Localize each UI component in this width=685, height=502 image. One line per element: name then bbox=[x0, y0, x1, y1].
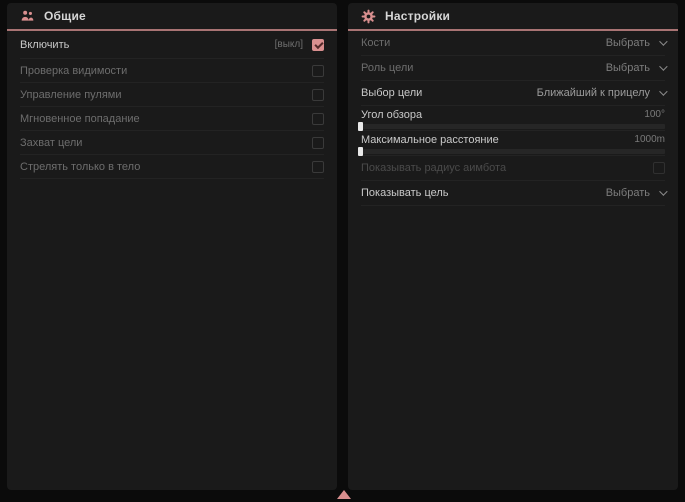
panel-title-settings: Настройки bbox=[385, 9, 450, 23]
slider-label: Максимальное расстояние bbox=[361, 134, 499, 146]
panel-settings-header: Настройки bbox=[348, 3, 678, 31]
slider-value: 1000m bbox=[634, 134, 665, 145]
dropdown-row-bones[interactable]: Кости Выбрать bbox=[361, 31, 665, 56]
panel-general-header: Общие bbox=[7, 3, 337, 31]
toggle-row-bullet-control[interactable]: Управление пулями bbox=[20, 83, 324, 107]
show-target-dropdown[interactable]: Выбрать bbox=[606, 187, 665, 199]
panel-settings: Настройки Кости Выбрать Роль цели Выбрат… bbox=[348, 3, 678, 490]
enable-checkbox[interactable] bbox=[312, 39, 324, 51]
toggle-label: Включить bbox=[20, 39, 69, 51]
chevron-down-icon bbox=[659, 37, 667, 45]
slider-row-fov: Угол обзора 100° bbox=[361, 106, 665, 131]
dropdown-label: Роль цели bbox=[361, 62, 413, 74]
toggle-row-target-lock[interactable]: Захват цели bbox=[20, 131, 324, 155]
toggle-label: Проверка видимости bbox=[20, 65, 127, 77]
body-only-checkbox[interactable] bbox=[312, 161, 324, 173]
slider-thumb[interactable] bbox=[358, 147, 363, 156]
toggle-label: Показывать радиус аимбота bbox=[361, 162, 506, 174]
dropdown-row-target-role[interactable]: Роль цели Выбрать bbox=[361, 56, 665, 81]
chevron-down-icon bbox=[659, 87, 667, 95]
bones-dropdown[interactable]: Выбрать bbox=[606, 37, 665, 49]
toggle-row-show-aimbot-radius[interactable]: Показывать радиус аимбота bbox=[361, 156, 665, 181]
panel-general: Общие Включить [выкл] Проверка видимости… bbox=[7, 3, 337, 490]
toggle-label: Управление пулями bbox=[20, 89, 122, 101]
people-icon bbox=[20, 9, 35, 23]
dropdown-value: Ближайший к прицелу bbox=[537, 87, 650, 99]
toggle-label: Мгновенное попадание bbox=[20, 113, 140, 125]
dropdown-row-show-target[interactable]: Показывать цель Выбрать bbox=[361, 181, 665, 206]
dropdown-label: Выбор цели bbox=[361, 87, 422, 99]
toggle-label: Захват цели bbox=[20, 137, 82, 149]
dropdown-value: Выбрать bbox=[606, 62, 650, 74]
slider-value: 100° bbox=[644, 109, 665, 120]
slider-label: Угол обзора bbox=[361, 109, 422, 121]
target-selection-dropdown[interactable]: Ближайший к прицелу bbox=[537, 87, 665, 99]
chevron-down-icon bbox=[659, 187, 667, 195]
chevron-down-icon bbox=[659, 62, 667, 70]
dropdown-label: Показывать цель bbox=[361, 187, 449, 199]
target-role-dropdown[interactable]: Выбрать bbox=[606, 62, 665, 74]
dropdown-value: Выбрать bbox=[606, 187, 650, 199]
toggle-row-body-only[interactable]: Стрелять только в тело bbox=[20, 155, 324, 179]
dropdown-value: Выбрать bbox=[606, 37, 650, 49]
gear-icon bbox=[361, 9, 376, 24]
panel-title-general: Общие bbox=[44, 9, 86, 23]
toggle-row-instant-hit[interactable]: Мгновенное попадание bbox=[20, 107, 324, 131]
show-aimbot-radius-checkbox[interactable] bbox=[653, 162, 665, 174]
dropdown-label: Кости bbox=[361, 37, 390, 49]
toggle-row-visibility-check[interactable]: Проверка видимости bbox=[20, 59, 324, 83]
instant-hit-checkbox[interactable] bbox=[312, 113, 324, 125]
state-tag: [выкл] bbox=[275, 39, 303, 50]
toggle-row-enable[interactable]: Включить [выкл] bbox=[20, 31, 324, 59]
slider-thumb[interactable] bbox=[358, 122, 363, 131]
dropdown-row-target-selection[interactable]: Выбор цели Ближайший к прицелу bbox=[361, 81, 665, 106]
bullet-control-checkbox[interactable] bbox=[312, 89, 324, 101]
toggle-label: Стрелять только в тело bbox=[20, 161, 140, 173]
slider-row-max-distance: Максимальное расстояние 1000m bbox=[361, 131, 665, 156]
expand-arrow[interactable] bbox=[337, 490, 351, 499]
fov-slider[interactable] bbox=[361, 124, 665, 129]
target-lock-checkbox[interactable] bbox=[312, 137, 324, 149]
max-distance-slider[interactable] bbox=[361, 149, 665, 154]
visibility-check-checkbox[interactable] bbox=[312, 65, 324, 77]
